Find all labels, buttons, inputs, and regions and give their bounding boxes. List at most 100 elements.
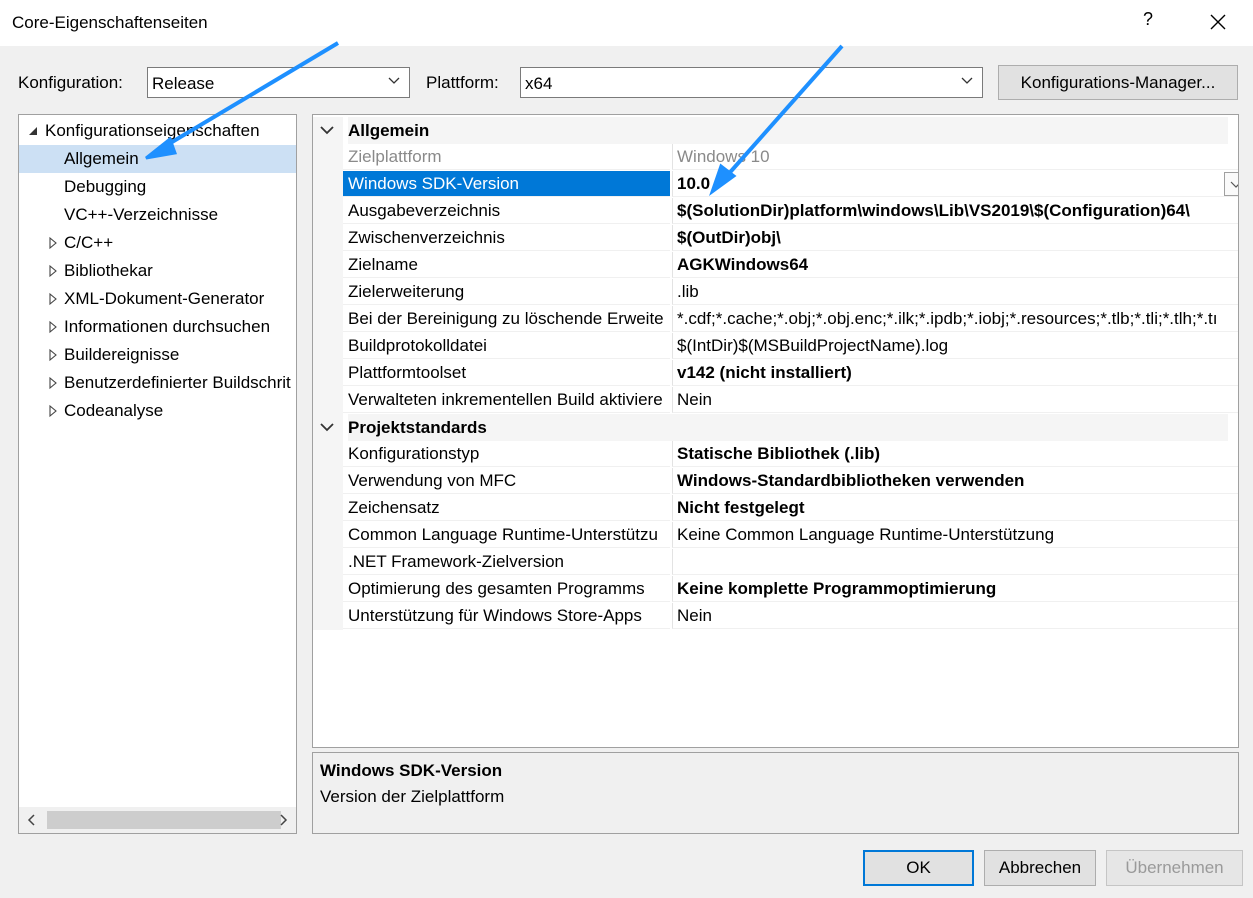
property-row[interactable]: Zielerweiterung .lib — [313, 279, 1238, 306]
property-name: Ausgabeverzeichnis — [343, 198, 670, 224]
property-name: Optimierung des gesamten Programms — [343, 576, 670, 602]
expand-triangle-icon[interactable] — [47, 285, 59, 313]
tree-item-bibliothekar[interactable]: Bibliothekar — [19, 257, 296, 285]
title-bar: Core-Eigenschaftenseiten ? — [0, 0, 1253, 46]
tree-item-cpp[interactable]: C/C++ — [19, 229, 296, 257]
expand-triangle-icon[interactable] — [47, 257, 59, 285]
property-row-selected[interactable]: Windows SDK-Version 10.0 — [313, 171, 1238, 198]
tree-item-debugging[interactable]: Debugging — [19, 173, 296, 201]
row-gutter — [313, 333, 343, 360]
tree-item-vc-verzeichnisse[interactable]: VC++-Verzeichnisse — [19, 201, 296, 229]
category-tree: Konfigurationseigenschaften Allgemein De… — [18, 114, 297, 834]
expand-triangle-icon[interactable] — [47, 313, 59, 341]
chevron-down-icon[interactable] — [319, 123, 335, 137]
cancel-button[interactable]: Abbrechen — [984, 850, 1096, 886]
tree-item-informationen[interactable]: Informationen durchsuchen — [19, 313, 296, 341]
property-row[interactable]: Verwalteten inkrementellen Build aktivie… — [313, 387, 1238, 414]
row-gutter — [313, 387, 343, 414]
expand-triangle-icon[interactable] — [47, 397, 59, 425]
property-name: Zielplattform — [343, 144, 670, 170]
property-name: Windows SDK-Version — [343, 171, 670, 197]
chevron-down-icon[interactable] — [319, 420, 335, 434]
property-name: Konfigurationstyp — [343, 441, 670, 467]
collapse-triangle-icon[interactable] — [27, 117, 39, 145]
property-name: Buildprotokolldatei — [343, 333, 670, 359]
tree-item-label: Debugging — [64, 177, 147, 196]
property-row[interactable]: Optimierung des gesamten Programms Keine… — [313, 576, 1238, 603]
tree-item-label: XML-Dokument-Generator — [64, 289, 265, 308]
section-header-allgemein[interactable]: Allgemein — [313, 117, 1238, 144]
tree-item-custom-build[interactable]: Benutzerdefinierter Buildschrit — [19, 369, 296, 397]
row-gutter — [313, 144, 343, 171]
property-value — [672, 549, 1238, 575]
help-icon[interactable]: ? — [1138, 9, 1158, 37]
row-gutter — [313, 198, 343, 225]
platform-label: Plattform: — [426, 73, 499, 92]
tree-item-label: Benutzerdefinierter Buildschrit — [64, 373, 291, 392]
property-row[interactable]: Zielplattform Windows 10 — [313, 144, 1238, 171]
scroll-right-icon[interactable] — [276, 811, 290, 829]
close-icon[interactable] — [1205, 7, 1231, 37]
row-gutter — [313, 549, 343, 576]
property-value: $(IntDir)$(MSBuildProjectName).log — [672, 333, 1238, 359]
tree-item-xml-generator[interactable]: XML-Dokument-Generator — [19, 285, 296, 313]
property-name: Zielerweiterung — [343, 279, 670, 305]
property-value: Nein — [672, 387, 1238, 413]
property-name: Unterstützung für Windows Store-Apps — [343, 603, 670, 629]
chevron-down-icon — [388, 77, 400, 84]
property-row[interactable]: Bei der Bereinigung zu löschende Erweite… — [313, 306, 1238, 333]
property-row[interactable]: Verwendung von MFC Windows-Standardbibli… — [313, 468, 1238, 495]
property-grid: Allgemein Zielplattform Windows 10 Windo… — [312, 114, 1239, 748]
property-row[interactable]: .NET Framework-Zielversion — [313, 549, 1238, 576]
expand-triangle-icon[interactable] — [47, 229, 59, 257]
property-value[interactable]: 10.0 — [672, 171, 1238, 197]
section-header-projektstandards[interactable]: Projektstandards — [313, 414, 1238, 441]
property-value: Nein — [672, 603, 1238, 629]
row-gutter — [313, 171, 343, 198]
chevron-down-icon — [961, 77, 973, 84]
ok-button[interactable]: OK — [863, 850, 974, 886]
row-gutter — [313, 360, 343, 387]
property-row[interactable]: Zwischenverzeichnis $(OutDir)obj\ — [313, 225, 1238, 252]
property-row[interactable]: Plattformtoolset v142 (nicht installiert… — [313, 360, 1238, 387]
property-value: Keine komplette Programmoptimierung — [672, 576, 1238, 602]
property-value: Statische Bibliothek (.lib) — [672, 441, 1238, 467]
tree-item-codeanalyse[interactable]: Codeanalyse — [19, 397, 296, 425]
property-row[interactable]: Common Language Runtime-Unterstützu Kein… — [313, 522, 1238, 549]
tree-horizontal-scrollbar[interactable] — [19, 807, 296, 833]
value-dropdown-button[interactable] — [1224, 172, 1238, 196]
config-value: Release — [152, 74, 215, 93]
platform-combo[interactable]: x64 — [520, 67, 983, 98]
expand-triangle-icon[interactable] — [47, 369, 59, 397]
property-name: Zwischenverzeichnis — [343, 225, 670, 251]
tree-item-label: Codeanalyse — [64, 401, 164, 420]
property-name: .NET Framework-Zielversion — [343, 549, 670, 575]
tree-root-label: Konfigurationseigenschaften — [45, 121, 260, 140]
property-row[interactable]: Zielname AGKWindows64 — [313, 252, 1238, 279]
property-row[interactable]: Buildprotokolldatei $(IntDir)$(MSBuildPr… — [313, 333, 1238, 360]
description-text: Version der Zielplattform — [320, 787, 505, 806]
row-gutter — [313, 225, 343, 252]
platform-value: x64 — [525, 74, 553, 93]
window-title: Core-Eigenschaftenseiten — [12, 13, 208, 32]
property-row[interactable]: Konfigurationstyp Statische Bibliothek (… — [313, 441, 1238, 468]
config-combo[interactable]: Release — [147, 67, 410, 98]
tree-item-buildereignisse[interactable]: Buildereignisse — [19, 341, 296, 369]
tree-root[interactable]: Konfigurationseigenschaften — [19, 117, 296, 145]
scroll-left-icon[interactable] — [25, 811, 39, 829]
row-gutter — [313, 252, 343, 279]
tree-item-label: Allgemein — [64, 149, 139, 168]
property-name: Verwendung von MFC — [343, 468, 670, 494]
property-name: Verwalteten inkrementellen Build aktivie… — [343, 387, 670, 413]
row-gutter — [313, 495, 343, 522]
tree-item-allgemein[interactable]: Allgemein — [19, 145, 296, 173]
config-manager-button[interactable]: Konfigurations-Manager... — [998, 65, 1238, 100]
expand-triangle-icon[interactable] — [47, 341, 59, 369]
row-gutter — [313, 279, 343, 306]
property-row[interactable]: Unterstützung für Windows Store-Apps Nei… — [313, 603, 1238, 630]
property-row[interactable]: Zeichensatz Nicht festgelegt — [313, 495, 1238, 522]
tree-item-label: Buildereignisse — [64, 345, 180, 364]
apply-button[interactable]: Übernehmen — [1106, 850, 1243, 886]
property-row[interactable]: Ausgabeverzeichnis $(SolutionDir)platfor… — [313, 198, 1238, 225]
scrollbar-thumb[interactable] — [47, 811, 281, 829]
